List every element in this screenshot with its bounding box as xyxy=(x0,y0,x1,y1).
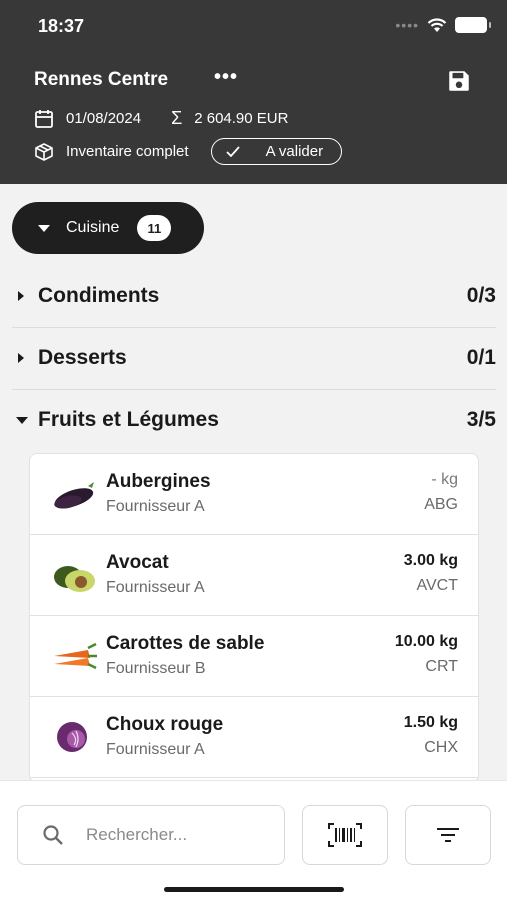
carrot-icon xyxy=(54,642,97,670)
item-name: Carottes de sable xyxy=(106,633,265,654)
sum-icon: Σ xyxy=(171,108,183,128)
section-count: 3/5 xyxy=(466,408,496,431)
header: 18:37 •••• Rennes Centre ••• 01/08/2024 … xyxy=(0,0,507,184)
inventory-date: 01/08/2024 xyxy=(66,110,142,127)
home-indicator xyxy=(164,887,344,892)
search-input[interactable] xyxy=(86,825,256,845)
list-item[interactable]: Carottes de sable Fournisseur B 10.00 kg… xyxy=(30,616,478,697)
caret-right-icon xyxy=(18,291,24,301)
item-name: Choux rouge xyxy=(106,714,224,735)
caret-right-icon xyxy=(18,353,24,363)
section-name: Fruits et Légumes xyxy=(38,408,219,431)
battery-icon xyxy=(455,17,491,33)
inventory-total: 2 604.90 EUR xyxy=(194,110,289,127)
meta-row-date-total: 01/08/2024 Σ 2 604.90 EUR xyxy=(34,108,288,129)
filter-button[interactable] xyxy=(405,805,491,865)
status-icons: •••• xyxy=(395,17,491,33)
barcode-scan-icon xyxy=(328,823,362,847)
box-icon xyxy=(35,142,53,161)
item-supplier: Fournisseur A xyxy=(106,579,205,596)
item-quantity: 10.00 kg xyxy=(394,633,458,650)
wifi-icon xyxy=(427,17,447,32)
caret-down-icon xyxy=(38,224,50,232)
signal-icon: •••• xyxy=(395,17,419,33)
section-name: Desserts xyxy=(38,346,127,369)
avocado-icon xyxy=(54,566,95,592)
item-name: Aubergines xyxy=(106,471,211,492)
category-count-badge: 11 xyxy=(137,215,172,241)
page-title: Rennes Centre xyxy=(34,69,169,90)
item-quantity: 3.00 kg xyxy=(403,552,458,569)
item-quantity: 1.50 kg xyxy=(403,714,458,731)
red-cabbage-icon xyxy=(57,722,87,752)
status-badge-label: A valider xyxy=(265,143,324,160)
filter-icon xyxy=(437,828,459,842)
status-badge[interactable]: A valider xyxy=(210,138,343,165)
section-fruits-legumes[interactable]: Fruits et Légumes 3/5 xyxy=(12,390,496,450)
item-code: ABG xyxy=(424,496,458,513)
search-field[interactable] xyxy=(17,805,285,865)
item-code: CHX xyxy=(424,739,458,756)
meta-row-type-status: Inventaire complet A valider xyxy=(34,138,343,165)
calendar-icon xyxy=(35,109,53,128)
save-icon[interactable] xyxy=(446,68,472,94)
caret-down-icon xyxy=(16,416,28,424)
list-item[interactable]: Aubergines Fournisseur A - kg ABG xyxy=(30,454,478,535)
barcode-scan-button[interactable] xyxy=(302,805,388,865)
more-options-button[interactable]: ••• xyxy=(214,66,238,89)
bottom-toolbar xyxy=(0,780,507,900)
section-condiments[interactable]: Condiments 0/3 xyxy=(12,266,496,326)
inventory-type: Inventaire complet xyxy=(66,143,189,160)
product-list: Aubergines Fournisseur A - kg ABG Avocat… xyxy=(29,453,479,783)
section-count: 0/3 xyxy=(466,284,496,307)
category-dropdown-button[interactable]: Cuisine 11 xyxy=(12,202,204,254)
eggplant-icon xyxy=(54,482,94,509)
check-icon xyxy=(225,145,240,157)
item-code: AVCT xyxy=(416,577,458,594)
item-supplier: Fournisseur A xyxy=(106,741,205,758)
item-supplier: Fournisseur B xyxy=(106,660,206,677)
status-time: 18:37 xyxy=(38,16,85,36)
section-desserts[interactable]: Desserts 0/1 xyxy=(12,328,496,388)
item-supplier: Fournisseur A xyxy=(106,498,205,515)
section-name: Condiments xyxy=(38,284,160,307)
search-icon xyxy=(43,825,63,845)
item-quantity: - kg xyxy=(431,471,458,488)
item-name: Avocat xyxy=(106,552,169,573)
category-label: Cuisine xyxy=(66,219,120,236)
list-item[interactable]: Avocat Fournisseur A 3.00 kg AVCT xyxy=(30,535,478,616)
item-code: CRT xyxy=(425,658,458,675)
section-count: 0/1 xyxy=(466,346,496,369)
list-item[interactable]: Choux rouge Fournisseur A 1.50 kg CHX xyxy=(30,697,478,778)
